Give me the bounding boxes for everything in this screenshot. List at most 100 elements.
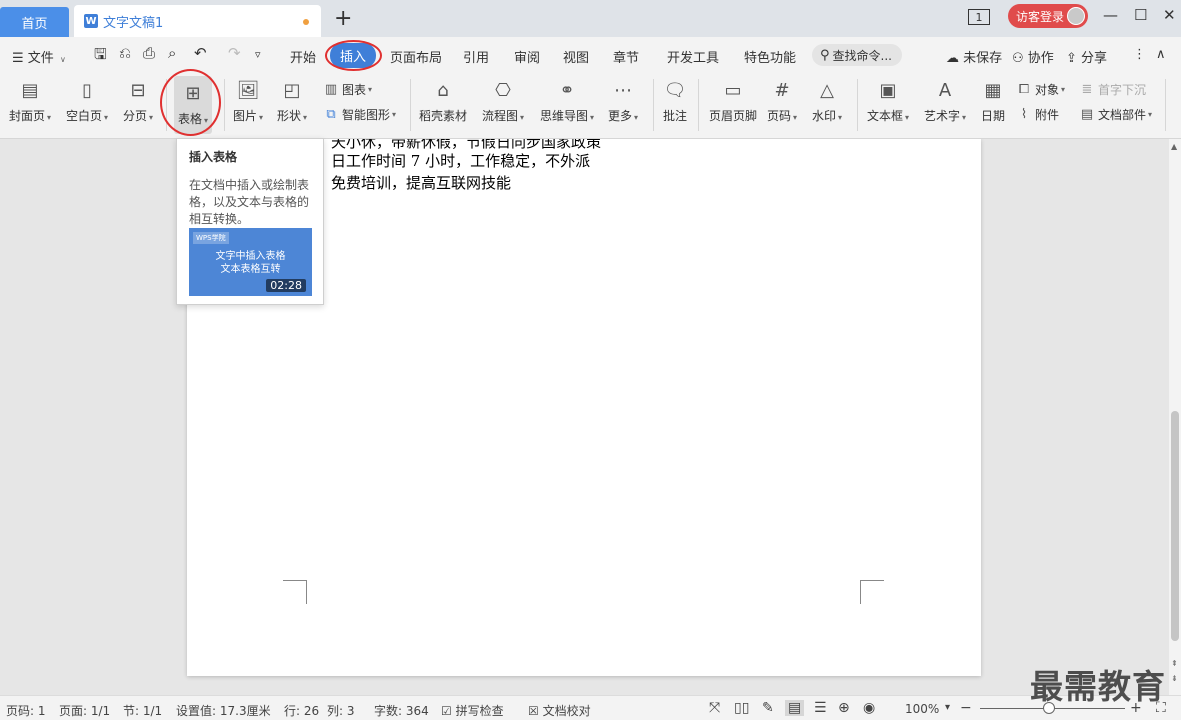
page-number-button[interactable]: # 页码 ▾	[767, 73, 797, 124]
share-button[interactable]: ⇪ 分享	[1066, 47, 1107, 66]
scroll-page-up-icon[interactable]: ⇞	[1171, 659, 1178, 668]
vertical-scrollbar[interactable]: ▲ ⇞ ⇟	[1169, 139, 1181, 695]
format-painter-icon[interactable]: ⎌	[119, 44, 131, 62]
dropcap-button[interactable]: ≣ 首字下沉	[1079, 81, 1146, 98]
menu-start[interactable]: 开始	[290, 47, 316, 66]
smart-graphic-button[interactable]: ⧉ 智能图形 ▾	[323, 106, 396, 123]
document-title: 文字文稿1	[103, 15, 164, 31]
unsaved-dot-icon	[303, 19, 309, 25]
watermark-button[interactable]: △ 水印 ▾	[812, 73, 842, 124]
chart-label: 图表	[342, 83, 367, 97]
save-icon[interactable]: 🖫	[94, 44, 107, 69]
menu-references[interactable]: 引用	[463, 47, 489, 66]
chart-button[interactable]: ▥ 图表 ▾	[323, 81, 372, 98]
menu-special[interactable]: 特色功能	[744, 47, 796, 66]
window-count-icon[interactable]: 1	[968, 9, 990, 25]
collab-button[interactable]: ⚇ 协作	[1012, 47, 1054, 66]
wps-academy-logo: WPS学院	[193, 232, 229, 244]
undo-icon[interactable]: ↶	[194, 44, 207, 62]
picture-label: 图片	[233, 109, 258, 123]
menu-page-layout[interactable]: 页面布局	[390, 47, 442, 66]
print-icon[interactable]: ⎙	[143, 44, 155, 62]
doc-proof-button[interactable]: ☒ 文档校对	[528, 702, 591, 719]
docpart-icon: ▤	[1080, 107, 1094, 122]
header-footer-button[interactable]: ▭ 页眉页脚	[709, 73, 757, 124]
tooltip-description: 在文档中插入或绘制表格，以及文本与表格的相互转换。	[189, 178, 310, 226]
cover-page-icon: ▤	[21, 79, 39, 101]
scroll-up-icon[interactable]: ▲	[1171, 142, 1177, 151]
command-search[interactable]: ⚲ 查找命令...	[812, 44, 902, 66]
mindmap-icon: ⚭	[559, 79, 575, 101]
flowchart-icon: ⎔	[495, 79, 511, 101]
collapse-ribbon-icon[interactable]: ∧	[1156, 47, 1166, 62]
scroll-thumb[interactable]	[1171, 411, 1179, 641]
art-label: 艺术字	[924, 109, 961, 123]
menu-review[interactable]: 审阅	[514, 47, 540, 66]
material-button[interactable]: ⌂ 稻壳素材	[419, 73, 467, 124]
blank-page-button[interactable]: ▯ 空白页 ▾	[66, 73, 108, 124]
visitor-login-button[interactable]: 访客登录	[1008, 4, 1088, 28]
object-button[interactable]: ⧠ 对象 ▾	[1016, 81, 1065, 98]
flowchart-button[interactable]: ⎔ 流程图 ▾	[482, 73, 524, 124]
close-icon[interactable]: ✕	[1163, 6, 1176, 24]
pen-icon[interactable]: ✎	[762, 700, 774, 716]
status-words[interactable]: 字数: 364	[374, 702, 429, 719]
focus-mode-icon[interactable]: ⤧	[709, 700, 720, 716]
video-title: 文字中插入表格 文本表格互转	[189, 250, 312, 276]
eye-protection-icon[interactable]: ◉	[863, 700, 875, 716]
menu-developer[interactable]: 开发工具	[667, 47, 719, 66]
zoom-out-icon[interactable]: −	[960, 700, 972, 716]
break-label: 分页	[123, 109, 148, 123]
tab-home[interactable]: 首页	[0, 7, 69, 37]
minimize-icon[interactable]: —	[1103, 6, 1118, 24]
unsaved-button[interactable]: ☁ 未保存	[946, 47, 1002, 66]
zoom-level[interactable]: 100%	[905, 702, 939, 716]
status-pages[interactable]: 页面: 1/1	[59, 702, 110, 719]
new-tab-button[interactable]: +	[334, 8, 352, 30]
attachment-button[interactable]: ⌇ 附件	[1016, 106, 1059, 123]
status-row[interactable]: 行: 26	[284, 702, 319, 719]
status-section[interactable]: 节: 1/1	[123, 702, 162, 719]
status-page[interactable]: 页码: 1	[6, 702, 46, 719]
dropcap-icon: ≣	[1081, 82, 1093, 97]
page-view-icon[interactable]: ▤	[785, 700, 805, 716]
status-col[interactable]: 列: 3	[327, 702, 355, 719]
outline-view-icon[interactable]: ☰	[814, 700, 827, 716]
video-title-line-1: 文字中插入表格	[215, 251, 286, 262]
quick-access-more-icon[interactable]: ▿	[255, 48, 261, 61]
tab-document[interactable]: W 文字文稿1	[74, 5, 321, 37]
reading-mode-icon[interactable]: ▯▯	[734, 700, 749, 716]
comment-button[interactable]: 🗨 批注	[663, 73, 687, 124]
date-button[interactable]: ▦ 日期	[981, 73, 1005, 124]
page-break-button[interactable]: ⊟ 分页 ▾	[123, 73, 153, 124]
mindmap-button[interactable]: ⚭ 思维导图 ▾	[540, 73, 594, 124]
menu-chapter[interactable]: 章节	[613, 47, 639, 66]
redo-icon[interactable]: ↷	[228, 44, 241, 62]
tooltip-video-thumbnail[interactable]: WPS学院 文字中插入表格 文本表格互转 02:28	[189, 228, 312, 296]
title-bar: 首页 W 文字文稿1 + 1 访客登录 — ☐ ✕	[0, 0, 1181, 37]
cover-label: 封面页	[9, 109, 46, 123]
web-view-icon[interactable]: ⊕	[838, 700, 850, 716]
scroll-page-down-icon[interactable]: ⇟	[1171, 674, 1178, 683]
wordart-button[interactable]: A 艺术字 ▾	[924, 73, 966, 124]
material-label: 稻壳素材	[419, 109, 468, 123]
docpart-button[interactable]: ▤ 文档部件 ▾	[1079, 106, 1152, 123]
more-options-icon[interactable]: ⋮	[1133, 47, 1146, 62]
zoom-dropdown-icon[interactable]: ▾	[945, 702, 950, 713]
textbox-button[interactable]: ▣ 文本框 ▾	[867, 73, 909, 124]
header-label: 页眉页脚	[709, 109, 758, 123]
status-setting[interactable]: 设置值: 17.3厘米	[176, 702, 271, 719]
picture-button[interactable]: 🖼 图片 ▾	[233, 73, 263, 124]
pagenum-label: 页码	[767, 109, 792, 123]
print-preview-icon[interactable]: ⌕	[168, 44, 176, 62]
blank-label: 空白页	[66, 109, 103, 123]
shape-button[interactable]: ◰ 形状 ▾	[277, 73, 307, 124]
file-menu[interactable]: ☰ 文件 ∨	[12, 47, 66, 66]
maximize-icon[interactable]: ☐	[1134, 6, 1147, 24]
more-button[interactable]: ⋯ 更多 ▾	[608, 73, 638, 124]
spell-check-button[interactable]: ☑ 拼写检查	[441, 702, 504, 719]
cover-page-button[interactable]: ▤ 封面页 ▾	[9, 73, 51, 124]
unsaved-label: 未保存	[963, 51, 1003, 66]
docpart-label: 文档部件	[1098, 108, 1147, 122]
menu-view[interactable]: 视图	[563, 47, 589, 66]
